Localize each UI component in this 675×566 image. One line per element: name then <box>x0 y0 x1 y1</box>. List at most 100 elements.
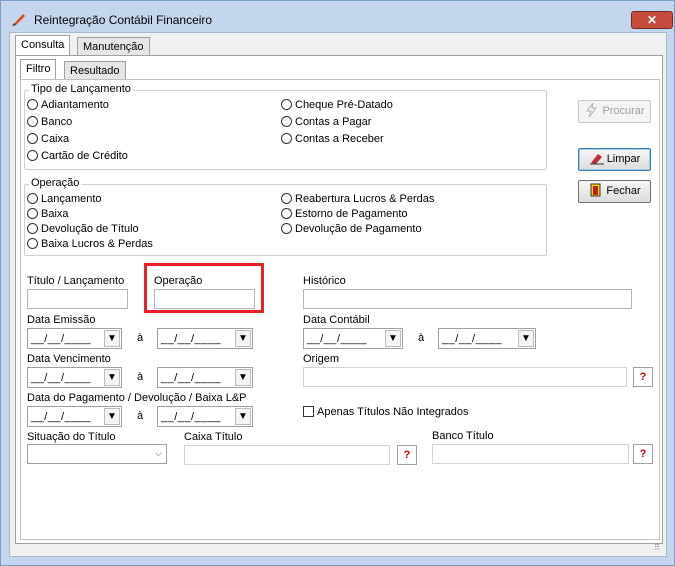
consulta-panel: Filtro Resultado Tipo de Lançamento Adia… <box>15 55 663 544</box>
chevron-down-icon[interactable]: ▼ <box>518 330 534 347</box>
radio-reabertura-lucros-perdas[interactable]: Reabertura Lucros & Perdas <box>281 192 434 206</box>
data-contabil-label: Data Contábil <box>303 314 370 326</box>
origem-label: Origem <box>303 353 340 365</box>
range-separator: à <box>137 332 144 344</box>
radio-baixa[interactable]: Baixa <box>27 207 69 221</box>
eraser-icon <box>589 154 604 165</box>
radio-circle[interactable] <box>27 193 38 204</box>
radio-lancamento[interactable]: Lançamento <box>27 192 102 206</box>
date-value: __/__/____ <box>442 333 503 345</box>
radio-contas-receber[interactable]: Contas a Receber <box>281 132 384 146</box>
data-contabil-from[interactable]: __/__/____ ▼ <box>303 328 403 349</box>
title-bar[interactable]: Reintegração Contábil Financeiro ✕ <box>1 1 674 33</box>
radio-devolucao-titulo[interactable]: Devolução de Título <box>27 222 139 236</box>
apenas-titulos-checkbox[interactable]: Apenas Títulos Não Integrados <box>303 406 468 418</box>
tipo-lancamento-legend: Tipo de Lançamento <box>29 83 133 95</box>
radio-circle[interactable] <box>27 223 38 234</box>
banco-lookup-button[interactable]: ? <box>633 444 653 464</box>
tab-consulta[interactable]: Consulta <box>15 35 71 56</box>
titulo-lancamento-label: Título / Lançamento <box>27 275 125 287</box>
radio-circle[interactable] <box>281 223 292 234</box>
data-emissao-to[interactable]: __/__/____ ▼ <box>157 328 253 349</box>
data-pagamento-from[interactable]: __/__/____ ▼ <box>27 406 122 427</box>
radio-label: Baixa Lucros & Perdas <box>41 238 153 250</box>
radio-circle[interactable] <box>27 238 38 249</box>
radio-adiantamento[interactable]: Adiantamento <box>27 98 109 112</box>
data-contabil-to[interactable]: __/__/____ ▼ <box>438 328 536 349</box>
radio-circle[interactable] <box>281 116 292 127</box>
chevron-down-icon[interactable]: ▼ <box>385 330 401 347</box>
chevron-down-icon[interactable]: ⌵ <box>155 448 162 459</box>
radio-cheque-pre-datado[interactable]: Cheque Pré-Datado <box>281 98 393 112</box>
window-title: Reintegração Contábil Financeiro <box>34 13 213 27</box>
lightning-icon <box>586 103 598 117</box>
date-value: __/__/____ <box>161 333 222 345</box>
limpar-button[interactable]: Limpar <box>578 148 651 171</box>
radio-circle[interactable] <box>27 150 38 161</box>
checkbox-box[interactable] <box>303 406 314 417</box>
help-icon: ? <box>639 448 647 460</box>
radio-label: Banco <box>41 116 73 128</box>
radio-label: Cartão de Crédito <box>41 150 128 162</box>
radio-banco[interactable]: Banco <box>27 115 72 129</box>
date-value: __/__/____ <box>161 411 222 423</box>
banco-titulo-input[interactable] <box>432 444 629 464</box>
close-button[interactable]: ✕ <box>631 11 673 29</box>
operacao-group: Operação Lançamento Baixa Devolução de T… <box>24 177 547 256</box>
situacao-titulo-select[interactable]: ⌵ <box>27 444 167 464</box>
caixa-titulo-input[interactable] <box>184 445 390 465</box>
procurar-button[interactable]: Procurar <box>578 100 651 123</box>
radio-devolucao-pagamento[interactable]: Devolução de Pagamento <box>281 222 422 236</box>
radio-circle[interactable] <box>27 116 38 127</box>
tab-filtro[interactable]: Filtro <box>20 59 57 80</box>
operacao-legend: Operação <box>29 177 82 189</box>
chevron-down-icon[interactable]: ▼ <box>104 408 120 425</box>
range-separator: à <box>418 332 425 344</box>
tab-manutencao[interactable]: Manutenção <box>77 37 150 55</box>
radio-circle[interactable] <box>281 193 292 204</box>
historico-input[interactable] <box>303 289 632 309</box>
radio-circle[interactable] <box>281 208 292 219</box>
caixa-titulo-label: Caixa Título <box>184 431 243 443</box>
radio-contas-pagar[interactable]: Contas a Pagar <box>281 115 371 129</box>
data-vencimento-to[interactable]: __/__/____ ▼ <box>157 367 253 388</box>
fechar-button[interactable]: Fechar <box>578 180 651 203</box>
data-vencimento-label: Data Vencimento <box>27 353 111 365</box>
radio-cartao-credito[interactable]: Cartão de Crédito <box>27 149 128 163</box>
chevron-down-icon[interactable]: ▼ <box>104 330 120 347</box>
procurar-label: Procurar <box>602 105 645 117</box>
chevron-down-icon[interactable]: ▼ <box>104 369 120 386</box>
origem-lookup-button[interactable]: ? <box>633 367 653 387</box>
tab-resultado[interactable]: Resultado <box>64 61 126 79</box>
radio-label: Devolução de Pagamento <box>295 223 422 235</box>
resize-grip-icon[interactable]: ⠿ <box>654 544 664 554</box>
radio-baixa-lucros-perdas[interactable]: Baixa Lucros & Perdas <box>27 237 153 251</box>
chevron-down-icon[interactable]: ▼ <box>235 408 251 425</box>
chevron-down-icon[interactable]: ▼ <box>235 330 251 347</box>
checkbox-label: Apenas Títulos Não Integrados <box>317 406 469 418</box>
radio-circle[interactable] <box>281 133 292 144</box>
date-value: __/__/____ <box>31 372 92 384</box>
radio-circle[interactable] <box>27 99 38 110</box>
data-vencimento-from[interactable]: __/__/____ ▼ <box>27 367 122 388</box>
situacao-titulo-label: Situação do Título <box>27 431 116 443</box>
radio-label: Lançamento <box>41 193 102 205</box>
radio-circle[interactable] <box>281 99 292 110</box>
titulo-lancamento-input[interactable] <box>27 289 128 309</box>
app-icon <box>12 14 25 26</box>
radio-label: Contas a Receber <box>295 133 384 145</box>
origem-input[interactable] <box>303 367 627 387</box>
radio-circle[interactable] <box>27 208 38 219</box>
chevron-down-icon[interactable]: ▼ <box>235 369 251 386</box>
data-pagamento-to[interactable]: __/__/____ ▼ <box>157 406 253 427</box>
radio-label: Contas a Pagar <box>295 116 372 128</box>
radio-caixa[interactable]: Caixa <box>27 132 69 146</box>
client-area: Consulta Manutenção Filtro Resultado Tip… <box>9 32 667 557</box>
radio-label: Estorno de Pagamento <box>295 208 408 220</box>
radio-label: Cheque Pré-Datado <box>295 99 393 111</box>
radio-circle[interactable] <box>27 133 38 144</box>
caixa-lookup-button[interactable]: ? <box>397 445 417 465</box>
radio-estorno-pagamento[interactable]: Estorno de Pagamento <box>281 207 408 221</box>
data-emissao-from[interactable]: __/__/____ ▼ <box>27 328 122 349</box>
date-value: __/__/____ <box>31 333 92 345</box>
